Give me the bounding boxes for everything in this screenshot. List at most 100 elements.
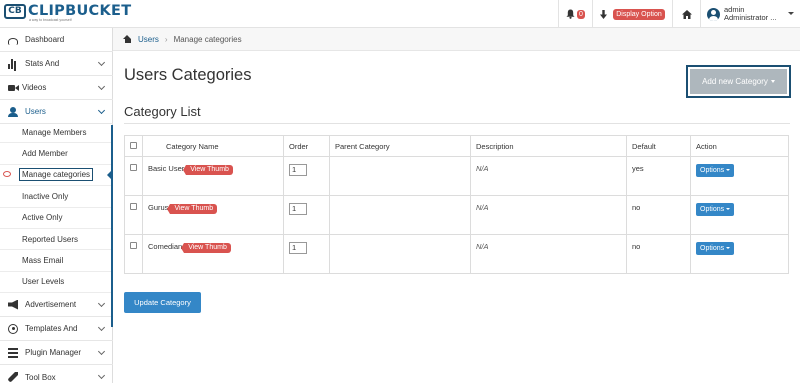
submenu-manage-categories[interactable]: Manage categories xyxy=(0,165,113,187)
view-thumb-button[interactable]: View Thumb xyxy=(183,164,233,175)
submenu-label: User Levels xyxy=(22,277,65,287)
breadcrumb: Users › Manage categories xyxy=(113,28,800,51)
category-name: Basic User xyxy=(148,164,185,173)
caret-down-icon xyxy=(788,12,794,15)
table-row: Basic User View Thumb 1 N/A yes Options xyxy=(124,156,789,196)
submenu-label: Active Only xyxy=(22,213,63,223)
row-checkbox[interactable] xyxy=(130,203,137,210)
parent-category-cell xyxy=(329,234,471,274)
notifications-badge: 0 xyxy=(577,9,585,19)
options-label: Options xyxy=(700,206,725,213)
view-thumb-button[interactable]: View Thumb xyxy=(181,242,231,253)
order-input[interactable]: 1 xyxy=(289,164,307,176)
user-role: Administrator ... xyxy=(724,13,777,22)
sidebar: Dashboard Stats And Videos Users Manage … xyxy=(0,28,113,383)
submenu-label: Add Member xyxy=(22,149,68,159)
description-cell: N/A xyxy=(470,195,627,235)
logo-mark: CB xyxy=(4,4,26,19)
dashboard-icon xyxy=(8,37,18,45)
submenu-label: Reported Users xyxy=(22,234,79,244)
breadcrumb-link-users[interactable]: Users xyxy=(138,35,159,44)
notifications-button[interactable]: 0 xyxy=(558,0,592,28)
col-header-description: Description xyxy=(470,135,627,157)
col-header-parent-category: Parent Category xyxy=(329,135,471,157)
breadcrumb-current: Manage categories xyxy=(173,34,242,44)
submenu-add-member[interactable]: Add Member xyxy=(0,143,113,165)
wrench-icon xyxy=(8,372,18,382)
page-title: Users Categories xyxy=(124,66,252,84)
user-icon xyxy=(8,106,18,117)
submenu-active-only[interactable]: Active Only xyxy=(0,208,113,229)
options-label: Options xyxy=(700,245,725,252)
submenu-label: Manage Members xyxy=(22,127,87,137)
table-row: Gurus View Thumb 1 N/A no Options xyxy=(124,195,789,235)
row-checkbox[interactable] xyxy=(130,164,137,171)
submenu-inactive-only[interactable]: Inactive Only xyxy=(0,186,113,208)
view-thumb-button[interactable]: View Thumb xyxy=(167,203,218,214)
sidebar-item-tool-box[interactable]: Tool Box xyxy=(0,365,113,383)
parent-category-cell xyxy=(329,156,471,196)
sidebar-item-templates[interactable]: Templates And xyxy=(0,317,113,341)
action-cell: Options xyxy=(690,195,789,235)
megaphone-icon xyxy=(8,299,18,310)
divider xyxy=(124,123,790,124)
update-category-button[interactable]: Update Category xyxy=(124,292,201,313)
col-header-category-name: Category Name xyxy=(142,135,284,157)
sidebar-item-users[interactable]: Users xyxy=(0,100,113,124)
add-new-category-button[interactable]: Add new Category xyxy=(690,69,787,94)
eye-icon xyxy=(3,171,11,177)
submenu-mass-email[interactable]: Mass Email xyxy=(0,250,113,272)
bar-chart-icon xyxy=(8,58,18,69)
sidebar-item-advertisement[interactable]: Advertisement xyxy=(0,293,113,317)
home-icon[interactable] xyxy=(123,35,132,43)
submenu-manage-members[interactable]: Manage Members xyxy=(0,122,113,144)
order-input[interactable]: 1 xyxy=(289,242,307,254)
sidebar-item-plugin-manager[interactable]: Plugin Manager xyxy=(0,341,113,365)
chevron-down-icon xyxy=(97,106,106,115)
sidebar-item-stats[interactable]: Stats And xyxy=(0,52,113,76)
sidebar-item-dashboard[interactable]: Dashboard xyxy=(0,28,113,52)
default-cell: no xyxy=(626,195,691,235)
caret-down-icon xyxy=(726,208,731,211)
col-header-order: Order xyxy=(283,135,330,157)
submenu-user-levels[interactable]: User Levels xyxy=(0,272,113,294)
sidebar-item-label: Templates And xyxy=(25,324,78,333)
home-icon xyxy=(681,9,692,19)
breadcrumb-separator: › xyxy=(164,34,168,44)
order-cell: 1 xyxy=(283,156,330,196)
table-row: Comedian View Thumb 1 N/A no Options xyxy=(124,234,789,274)
options-button[interactable]: Options xyxy=(696,164,735,177)
display-option-button[interactable]: Display Option xyxy=(613,8,665,20)
description-cell: N/A xyxy=(470,234,627,274)
select-all-checkbox[interactable] xyxy=(130,141,137,149)
category-name-cell: Basic User View Thumb xyxy=(142,156,284,196)
order-input[interactable]: 1 xyxy=(289,203,307,215)
description-cell: N/A xyxy=(470,156,627,196)
default-cell: yes xyxy=(626,156,691,196)
sidebar-item-label: Tool Box xyxy=(25,372,56,382)
options-button[interactable]: Options xyxy=(696,242,735,255)
play-circle-icon xyxy=(8,323,18,334)
download-arrow-icon xyxy=(600,9,608,19)
sidebar-item-label: Users xyxy=(25,107,46,116)
user-menu[interactable]: admin Administrator ... xyxy=(700,0,800,28)
sidebar-item-videos[interactable]: Videos xyxy=(0,76,113,100)
category-name-cell: Comedian View Thumb xyxy=(142,234,284,274)
order-cell: 1 xyxy=(283,234,330,274)
sidebar-item-label: Plugin Manager xyxy=(25,348,82,357)
submenu-reported-users[interactable]: Reported Users xyxy=(0,229,113,251)
chevron-down-icon xyxy=(97,347,106,356)
home-button[interactable] xyxy=(672,0,700,28)
options-label: Options xyxy=(700,167,725,174)
category-name: Comedian xyxy=(148,242,183,251)
top-bar: CB CLIPBUCKET a way to broadcast yoursel… xyxy=(0,0,800,28)
row-checkbox[interactable] xyxy=(130,242,137,249)
action-cell: Options xyxy=(690,234,789,274)
avatar xyxy=(707,7,720,21)
category-table: Category Name Order Parent Category Desc… xyxy=(124,135,789,274)
col-header-default: Default xyxy=(626,135,691,157)
display-option-menu[interactable]: Display Option xyxy=(592,0,672,28)
current-page-pointer xyxy=(107,169,113,181)
options-button[interactable]: Options xyxy=(696,203,735,216)
row-select-cell xyxy=(124,234,143,274)
